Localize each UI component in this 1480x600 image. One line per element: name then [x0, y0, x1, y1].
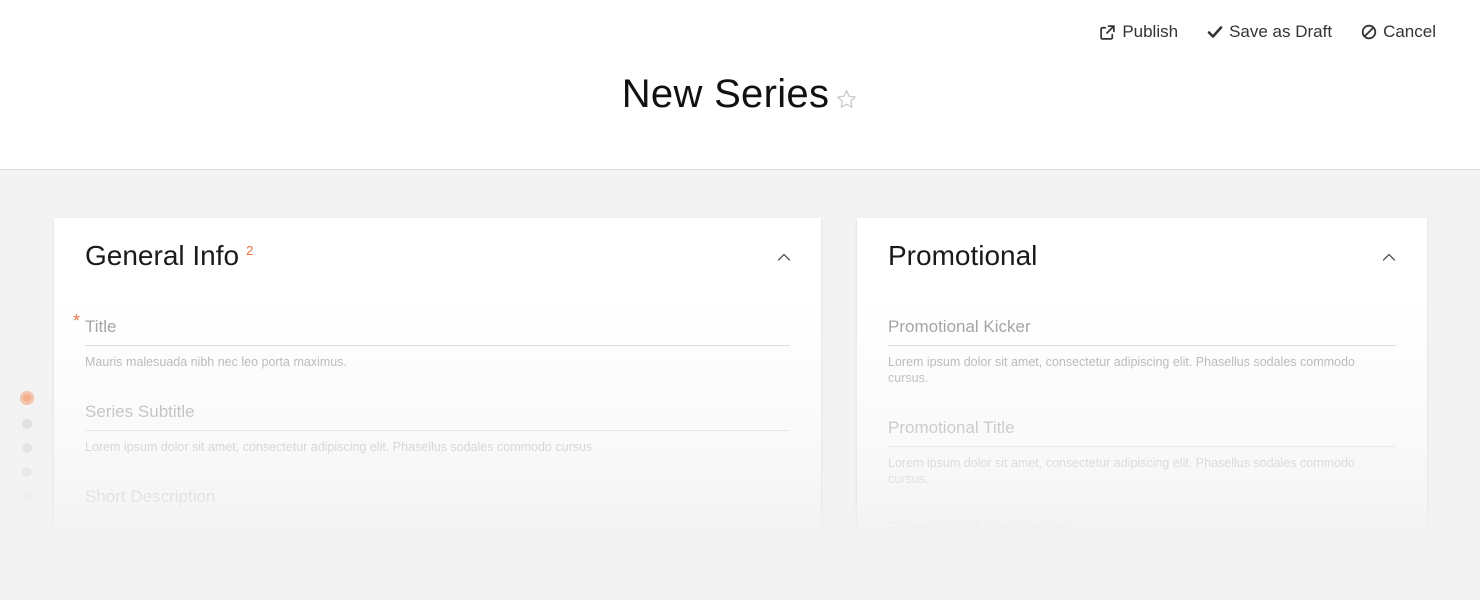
promotional-title-input[interactable]: Promotional Title [888, 418, 1396, 447]
promotional-description-input[interactable]: Promotional Description [888, 518, 1396, 538]
general-info-header: General Info 2 [85, 240, 253, 272]
cancel-button[interactable]: Cancel [1361, 22, 1436, 42]
section-nav [20, 391, 34, 501]
error-count-badge: 2 [246, 243, 254, 258]
promotional-kicker-label: Promotional Kicker [888, 317, 1031, 336]
section-nav-dot[interactable] [22, 443, 32, 453]
section-nav-dot[interactable] [22, 419, 32, 429]
page-title-row: New Series [0, 72, 1480, 117]
star-outline-icon[interactable] [835, 88, 858, 111]
title-label: Title [85, 317, 117, 336]
external-link-icon [1100, 24, 1116, 40]
section-nav-dot[interactable] [22, 491, 32, 501]
section-nav-dot[interactable] [22, 467, 32, 477]
promotional-card: Promotional Promotional Kicker Lorem ips… [857, 218, 1427, 538]
promotional-kicker-input[interactable]: Promotional Kicker [888, 317, 1396, 346]
general-info-title: General Info [85, 240, 240, 271]
save-draft-button[interactable]: Save as Draft [1207, 22, 1332, 42]
promotional-title-label: Promotional Title [888, 418, 1015, 437]
title-field: * Title Mauris malesuada nibh nec leo po… [73, 311, 790, 370]
publish-button[interactable]: Publish [1099, 22, 1178, 42]
publish-label: Publish [1122, 22, 1179, 41]
title-input[interactable]: * Title [73, 311, 790, 346]
required-marker: * [73, 311, 81, 331]
promotional-kicker-help: Lorem ipsum dolor sit amet, consectetur … [888, 355, 1355, 385]
general-info-card: General Info 2 * Title Mauris malesuada … [54, 218, 821, 538]
short-description-input[interactable]: Short Description [85, 487, 790, 516]
page-title: New Series [621, 72, 830, 116]
title-help: Mauris malesuada nibh nec leo porta maxi… [85, 355, 347, 369]
top-bar: Publish Save as Draft Cancel New Series [0, 0, 1480, 170]
short-description-field: Short Description [85, 487, 790, 516]
series-subtitle-label: Series Subtitle [85, 402, 195, 421]
series-subtitle-help: Lorem ipsum dolor sit amet, consectetur … [85, 440, 593, 454]
check-icon [1207, 26, 1223, 38]
ban-icon [1361, 24, 1377, 40]
promotional-kicker-field: Promotional Kicker Lorem ipsum dolor sit… [888, 317, 1396, 386]
section-nav-dot-general[interactable] [20, 391, 34, 405]
header-actions: Publish Save as Draft Cancel [1099, 22, 1436, 42]
series-subtitle-input[interactable]: Series Subtitle [85, 402, 790, 431]
promotional-description-field: Promotional Description [888, 518, 1396, 538]
promotional-header: Promotional [888, 240, 1037, 272]
short-description-label: Short Description [85, 487, 216, 506]
save-draft-label: Save as Draft [1229, 22, 1333, 41]
promotional-title-field: Promotional Title Lorem ipsum dolor sit … [888, 418, 1396, 487]
series-subtitle-field: Series Subtitle Lorem ipsum dolor sit am… [85, 402, 790, 455]
promotional-title: Promotional [888, 240, 1038, 271]
cancel-label: Cancel [1383, 22, 1436, 41]
chevron-up-icon[interactable] [1381, 249, 1397, 265]
promotional-title-help: Lorem ipsum dolor sit amet, consectetur … [888, 456, 1355, 486]
chevron-up-icon[interactable] [776, 249, 792, 265]
promotional-description-label: Promotional Description [888, 518, 1069, 537]
